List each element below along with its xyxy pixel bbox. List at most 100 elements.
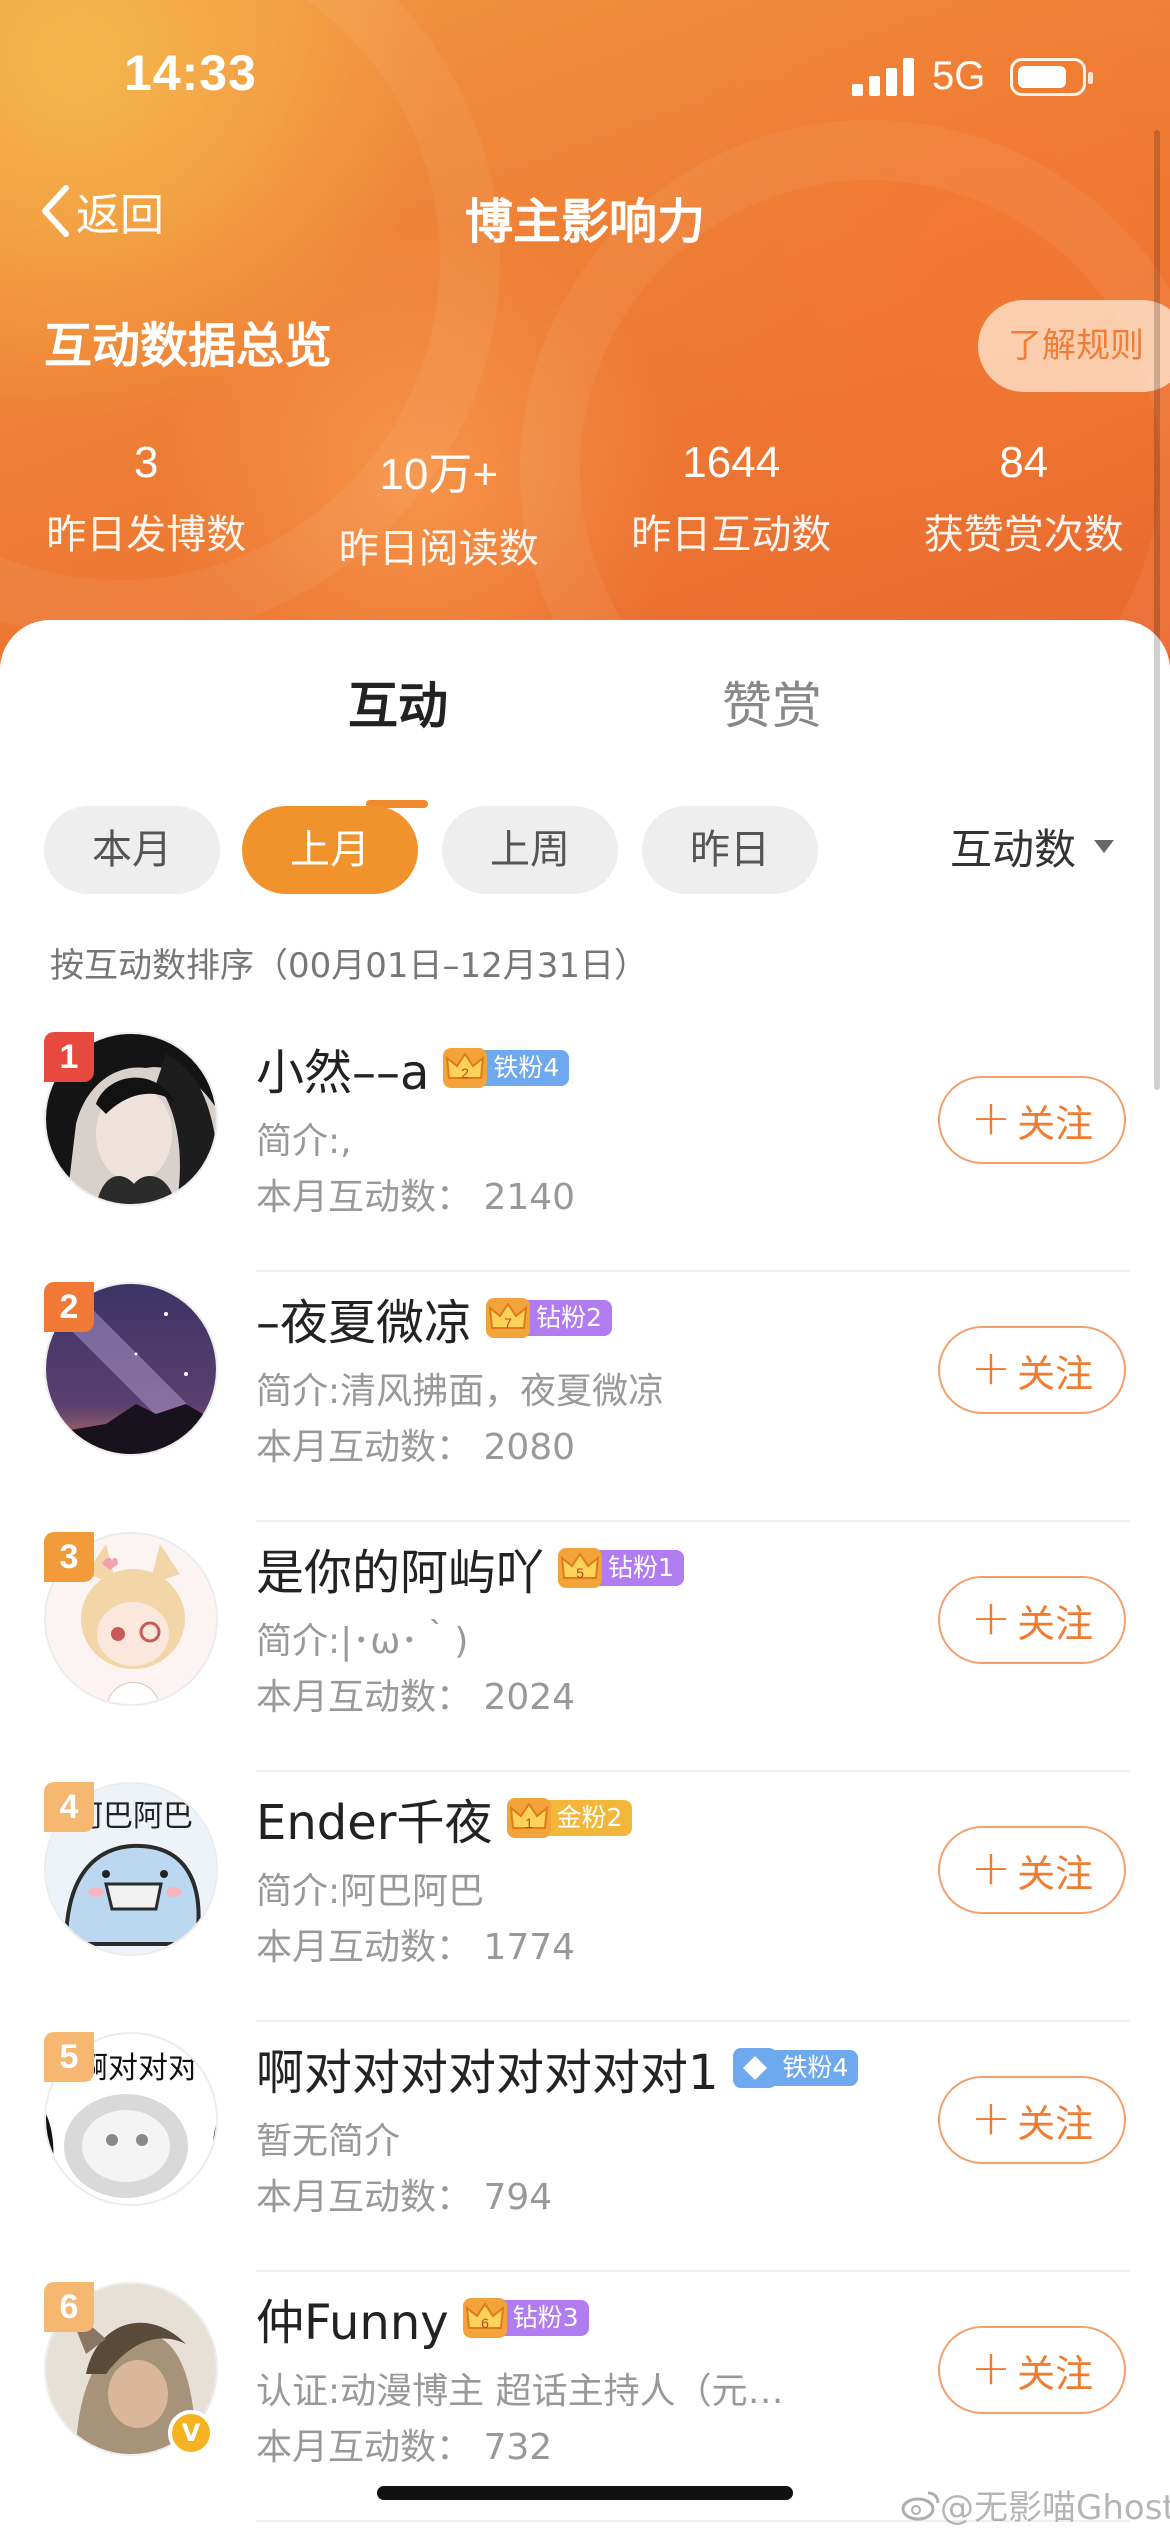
filter-this-month[interactable]: 本月	[44, 806, 220, 894]
fan-badge: 2 铁粉4	[443, 1048, 570, 1088]
tab-interaction[interactable]: 互动	[348, 666, 448, 738]
name-line: Ender千夜 1 金粉2	[256, 1783, 633, 1853]
fan-list: 1 小然––a 2 铁粉4 简介:, 本月互动数： 2140 + 关注 2 –夜…	[0, 1022, 1170, 2522]
fan-name[interactable]: 仲Funny	[256, 2283, 449, 2353]
fan-badge: 7 钻粉2	[486, 1298, 612, 1338]
battery-level	[1018, 66, 1066, 88]
sort-dropdown[interactable]: 互动数	[950, 816, 1115, 877]
fan-bio: 暂无简介	[256, 2121, 401, 2162]
fan-bio: 认证:动漫博主 超话主持人（元…	[256, 2371, 784, 2412]
list-item[interactable]: 阿巴阿巴 4 Ender千夜 1 金粉2 简介:阿巴阿巴 本月互动数： 1774…	[0, 1772, 1170, 2022]
status-bar: 14:33 5G	[0, 0, 1170, 150]
svg-text:啊对对对: 啊对对对	[78, 2051, 198, 2086]
fan-bio: 简介:清风拂面，夜夏微凉	[256, 1371, 665, 1412]
name-line: –夜夏微凉 7 钻粉2	[256, 1284, 612, 1352]
tab-bar: 互动 赞赏	[0, 666, 1170, 808]
fan-name[interactable]: 啊对对对对对对对对1	[256, 2033, 719, 2103]
fan-interaction-count: 本月互动数： 732	[256, 2427, 553, 2468]
rank-badge: 6	[44, 2282, 94, 2332]
list-item[interactable]: 1 小然––a 2 铁粉4 简介:, 本月互动数： 2140 + 关注	[0, 1022, 1170, 1272]
stat-value: 84	[999, 438, 1049, 487]
follow-button[interactable]: + 关注	[938, 1326, 1126, 1414]
follow-button[interactable]: + 关注	[938, 1826, 1126, 1914]
sort-label: 互动数	[950, 825, 1077, 874]
list-item[interactable]: 3 是你的阿屿吖 5 钻粉1 简介:|･ω･｀) 本月互动数： 2024 + 关…	[0, 1522, 1170, 1772]
weibo-logo-icon	[901, 2491, 940, 2520]
crown-icon: 7	[486, 1298, 531, 1338]
follow-label: 关注	[1017, 2101, 1094, 2146]
rank-badge: 2	[44, 1282, 94, 1332]
stat-posts[interactable]: 3 昨日发博数	[0, 438, 293, 574]
stat-interactions[interactable]: 1644 昨日互动数	[585, 438, 878, 574]
follow-label: 关注	[1017, 1851, 1094, 1896]
fan-name[interactable]: –夜夏微凉	[256, 1283, 472, 1353]
content-card: 互动 赞赏 本月 上月 上周 昨日 互动数 按互动数排序（00月01日–12月3…	[0, 620, 1170, 2532]
sort-range-text: 按互动数排序（00月01日–12月31日）	[50, 946, 649, 986]
filter-last-month[interactable]: 上月	[242, 806, 418, 894]
filter-yesterday[interactable]: 昨日	[642, 806, 818, 894]
filter-last-week[interactable]: 上周	[442, 806, 618, 894]
verified-badge-icon: V	[168, 2410, 214, 2456]
stat-label: 昨日发博数	[46, 512, 247, 558]
follow-label: 关注	[1017, 2351, 1094, 2396]
home-indicator[interactable]	[377, 2486, 793, 2500]
name-line: 小然––a 2 铁粉4	[256, 1033, 570, 1103]
fan-name[interactable]: 是你的阿屿吖	[256, 1533, 544, 1603]
fan-bio: 简介:,	[256, 1121, 352, 1162]
period-filters: 本月 上月 上周 昨日 互动数	[0, 806, 1170, 896]
name-line: 是你的阿屿吖 5 钻粉1	[256, 1534, 684, 1602]
page-title: 博主影响力	[464, 194, 705, 250]
stat-value: 10万+	[379, 450, 499, 499]
watermark: @无影喵Ghost	[900, 2480, 1170, 2529]
list-item[interactable]: 2 –夜夏微凉 7 钻粉2 简介:清风拂面，夜夏微凉 本月互动数： 2080 +…	[0, 1272, 1170, 1522]
badge-level: 1	[525, 1815, 533, 1831]
badge-label: 钻粉3	[500, 2300, 589, 2336]
plus-icon: +	[970, 1090, 1012, 1146]
follow-button[interactable]: + 关注	[938, 1076, 1126, 1164]
plus-icon: +	[970, 2090, 1012, 2146]
rank-badge: 3	[44, 1532, 94, 1582]
stat-label: 昨日阅读数	[338, 526, 539, 572]
battery-icon	[1010, 58, 1093, 96]
crown-icon: 5	[558, 1548, 603, 1588]
stat-reads[interactable]: 10万+ 昨日阅读数	[293, 438, 586, 574]
rank-badge: 1	[44, 1032, 94, 1082]
follow-button[interactable]: + 关注	[938, 1576, 1126, 1664]
fan-bio: 简介:阿巴阿巴	[256, 1871, 485, 1912]
fan-badge: 1 金粉2	[506, 1798, 633, 1838]
tab-reward[interactable]: 赞赏	[722, 666, 822, 738]
stat-label: 获赞赏次数	[923, 512, 1124, 558]
header-banner: 14:33 5G 返回 博主影响力 互动数据总览 了解规则 3 昨日发博数 10…	[0, 0, 1170, 700]
fan-interaction-count: 本月互动数： 794	[256, 2177, 553, 2218]
stats-row: 3 昨日发博数 10万+ 昨日阅读数 1644 昨日互动数 84 获赞赏次数	[0, 438, 1170, 574]
status-time: 14:33	[124, 45, 257, 101]
caret-down-icon	[1094, 840, 1115, 853]
fan-interaction-count: 本月互动数： 2140	[256, 1177, 576, 1218]
follow-label: 关注	[1017, 1601, 1094, 1646]
fan-name[interactable]: 小然––a	[256, 1033, 429, 1103]
follow-button[interactable]: + 关注	[938, 2076, 1126, 2164]
cellular-signal-icon	[852, 56, 914, 96]
fan-badge: 6 钻粉3	[462, 2298, 589, 2338]
badge-label: 金粉2	[544, 1800, 633, 1836]
stat-rewards[interactable]: 84 获赞赏次数	[878, 438, 1170, 574]
badge-level: 2	[462, 1065, 470, 1081]
badge-level: 5	[576, 1565, 584, 1581]
name-line: 仲Funny 6 钻粉3	[256, 2284, 589, 2352]
overview-title: 互动数据总览	[44, 318, 333, 374]
crown-icon: 1	[506, 1798, 551, 1838]
fan-name[interactable]: Ender千夜	[256, 1783, 493, 1853]
scrollbar[interactable]	[1154, 130, 1160, 1090]
fan-interaction-count: 本月互动数： 1774	[256, 1927, 576, 1968]
rules-button[interactable]: 了解规则	[978, 300, 1170, 392]
fan-badge: 铁粉4	[732, 2048, 859, 2088]
badge-level: 7	[504, 1315, 512, 1331]
watermark-text: @无影喵Ghost	[940, 2488, 1170, 2528]
rank-badge: 5	[44, 2032, 94, 2082]
follow-label: 关注	[1017, 1101, 1094, 1146]
list-item[interactable]: 啊对对对 5 啊对对对对对对对对1 铁粉4 暂无简介 本月互动数： 794 + …	[0, 2022, 1170, 2272]
badge-label: 铁粉4	[770, 2050, 859, 2086]
stat-value: 3	[134, 438, 159, 487]
follow-button[interactable]: + 关注	[938, 2326, 1126, 2414]
stat-value: 1644	[682, 438, 781, 487]
